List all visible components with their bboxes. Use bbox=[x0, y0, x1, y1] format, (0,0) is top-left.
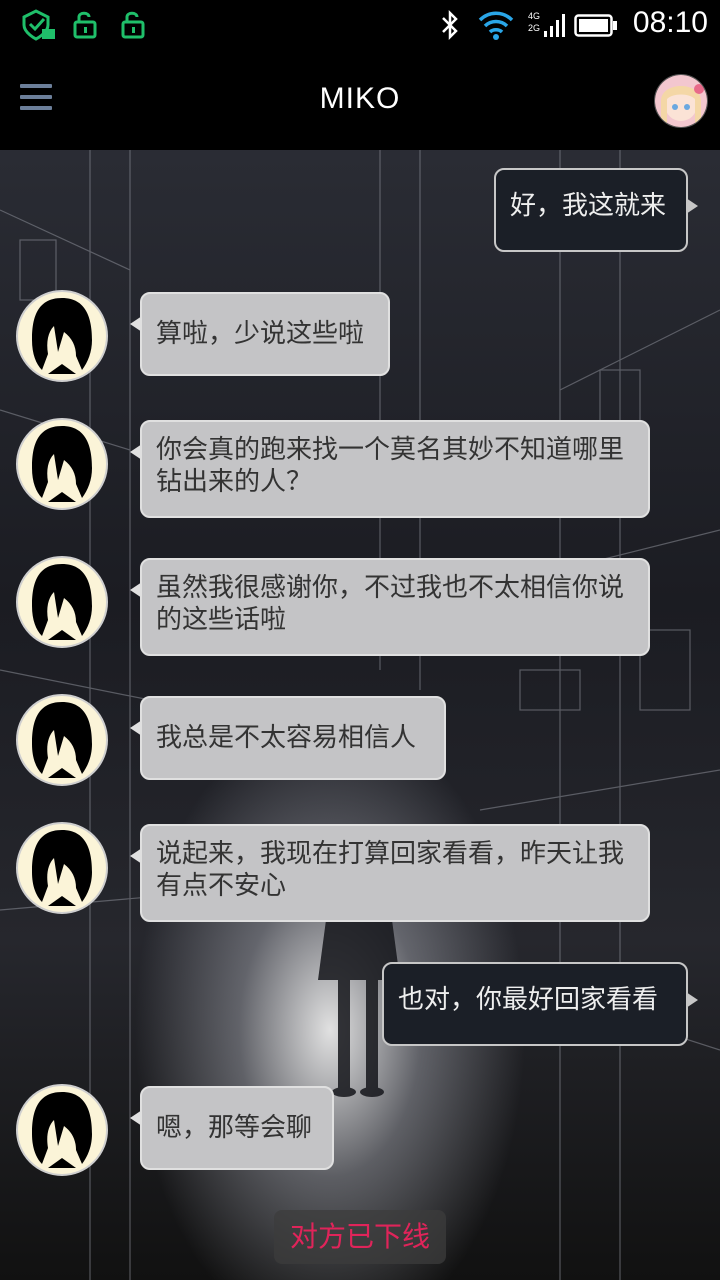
avatar[interactable] bbox=[16, 418, 108, 510]
page-title: MIKO bbox=[319, 82, 401, 115]
contact-avatar[interactable] bbox=[654, 74, 708, 128]
app-bar: MIKO bbox=[0, 50, 720, 150]
unlock-icon bbox=[72, 9, 98, 43]
incoming-message[interactable]: 你会真的跑来找一个莫名其妙不知道哪里钻出来的人？ bbox=[130, 420, 650, 518]
wifi-icon bbox=[478, 9, 514, 45]
battery-icon bbox=[574, 14, 618, 42]
outgoing-message[interactable]: 也对，你最好回家看看 bbox=[382, 962, 698, 1046]
avatar[interactable] bbox=[16, 1084, 108, 1176]
offline-notice: 对方已下线 bbox=[274, 1210, 446, 1264]
unlock-icon bbox=[120, 9, 146, 43]
cellular-signal-icon: 4G 2G bbox=[526, 11, 568, 43]
clock-time: 08:10 bbox=[632, 6, 708, 39]
outgoing-message[interactable]: 好，我这就来 bbox=[494, 168, 698, 252]
incoming-message[interactable]: 我总是不太容易相信人 bbox=[130, 696, 446, 780]
avatar[interactable] bbox=[16, 290, 108, 382]
avatar[interactable] bbox=[16, 694, 108, 786]
avatar[interactable] bbox=[16, 822, 108, 914]
status-bar: 4G 2G 08:10 bbox=[0, 0, 720, 50]
avatar[interactable] bbox=[16, 556, 108, 648]
incoming-message[interactable]: 虽然我很感谢你，不过我也不太相信你说的这些话啦 bbox=[130, 558, 650, 656]
incoming-message[interactable]: 说起来，我现在打算回家看看，昨天让我有点不安心 bbox=[130, 824, 650, 922]
shield-check-icon bbox=[20, 9, 56, 45]
incoming-message[interactable]: 算啦，少说这些啦 bbox=[130, 292, 390, 376]
incoming-message[interactable]: 嗯，那等会聊 bbox=[130, 1086, 334, 1170]
bluetooth-icon bbox=[440, 9, 460, 45]
